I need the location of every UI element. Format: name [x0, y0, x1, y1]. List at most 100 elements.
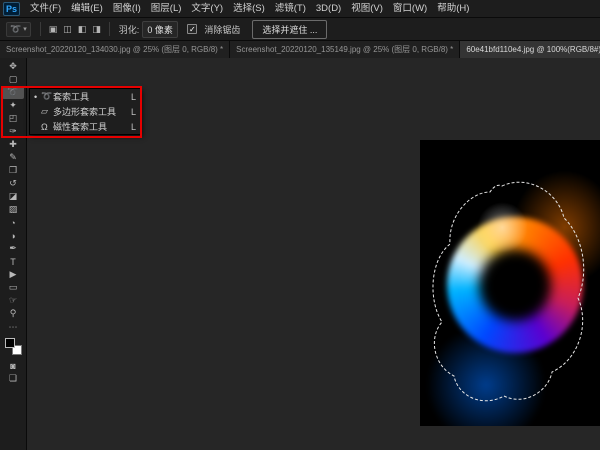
screen-mode-button[interactable]: ❏: [2, 372, 24, 385]
flyout-tool-label: 套索工具: [53, 90, 125, 103]
tool-icon: ❒: [9, 165, 17, 176]
menu-item[interactable]: 帮助(H): [432, 0, 474, 18]
tool-icon: ▢: [9, 74, 18, 85]
clone-stamp-tool[interactable]: ❒: [2, 164, 24, 177]
spot-healing-brush-tool[interactable]: ✚: [2, 138, 24, 151]
document-tab[interactable]: Screenshot_20220120_134030.jpg @ 25% (图层…: [0, 41, 230, 58]
feather-input[interactable]: 0 像素: [142, 21, 178, 38]
menu-item[interactable]: 窗口(W): [388, 0, 432, 18]
tool-icon: ◰: [9, 113, 18, 124]
flyout-tool-label: 磁性套索工具: [53, 120, 125, 133]
document-tab-bar: Screenshot_20220120_134030.jpg @ 25% (图层…: [0, 41, 600, 58]
brush-tool[interactable]: ✎: [2, 151, 24, 164]
flyout-tool-shortcut: L: [131, 107, 136, 117]
pen-tool[interactable]: ✒: [2, 242, 24, 255]
tool-icon: ▨: [9, 204, 18, 215]
select-and-mask-button[interactable]: 选择并遮住 ...: [252, 20, 327, 39]
document-tab[interactable]: 60e41bfd110e4.jpg @ 100%(RGB/8#): [460, 41, 600, 58]
eyedropper-tool[interactable]: ✑: [2, 125, 24, 138]
flyout-tool-icon: Ω: [41, 122, 53, 132]
menu-item[interactable]: 文件(F): [25, 0, 66, 18]
menu-item[interactable]: 文字(Y): [186, 0, 228, 18]
move-tool[interactable]: ✥: [2, 60, 24, 73]
tool-icon: ◙: [10, 361, 15, 371]
photoshop-logo[interactable]: Ps: [3, 2, 20, 16]
hand-tool[interactable]: ☞: [2, 294, 24, 307]
blur-tool[interactable]: ◔: [2, 216, 24, 229]
lasso-tool[interactable]: ➰: [2, 86, 24, 99]
tab-label: Screenshot_20220120_134030.jpg @ 25% (图层…: [6, 44, 223, 55]
menu-items: 文件(F) 编辑(E) 图像(I) 图层(L) 文字(Y) 选择(S) 滤镜(T…: [25, 0, 474, 18]
tool-icon: ◑: [10, 231, 15, 241]
subtract-from-selection-mode[interactable]: ◧: [75, 24, 90, 35]
dodge-tool[interactable]: ◑: [2, 229, 24, 242]
flyout-tool-icon: ➰: [41, 91, 53, 102]
flyout-tool-label: 多边形套索工具: [53, 105, 125, 118]
menu-item[interactable]: 图层(L): [146, 0, 187, 18]
tool-icon: ✦: [9, 100, 17, 111]
intersect-selection-mode[interactable]: ◨: [89, 24, 104, 35]
quick-mask-mode-button[interactable]: ◙: [2, 359, 24, 372]
photoshop-window: Ps 文件(F) 编辑(E) 图像(I) 图层(L) 文字(Y) 选择(S) 滤…: [0, 0, 600, 450]
document-tab[interactable]: Screenshot_20220120_135149.jpg @ 25% (图层…: [230, 41, 460, 58]
menu-item[interactable]: 图像(I): [108, 0, 146, 18]
menu-item[interactable]: 3D(D): [311, 0, 346, 18]
rectangular-marquee-tool[interactable]: ▢: [2, 73, 24, 86]
lasso-tool-flyout: • ➰ 套索工具 L ▱ 多边形套索工具 L Ω 磁性套索工具 L: [29, 88, 141, 135]
tool-icon: ✎: [9, 152, 17, 163]
menu-item[interactable]: 编辑(E): [66, 0, 108, 18]
menu-item[interactable]: 视图(V): [346, 0, 388, 18]
new-selection-mode[interactable]: ▣: [46, 24, 61, 35]
feather-label: 羽化:: [119, 23, 140, 36]
flyout-menu-item[interactable]: ▱ 多边形套索工具 L: [30, 104, 140, 119]
add-to-selection-mode[interactable]: ◫: [60, 24, 75, 35]
flyout-tool-shortcut: L: [131, 122, 136, 132]
anti-alias-label: 消除锯齿: [204, 23, 240, 36]
flyout-tool-icon: ▱: [41, 106, 53, 117]
lasso-tool-icon: ➰: [10, 24, 21, 35]
tool-icon: ⚲: [10, 308, 17, 319]
type-tool[interactable]: T: [2, 255, 24, 268]
tool-icon: ◪: [9, 191, 18, 202]
tool-icon: ✥: [9, 61, 17, 72]
flyout-tool-shortcut: L: [131, 92, 136, 102]
gradient-tool[interactable]: ▨: [2, 203, 24, 216]
tool-icon: T: [10, 257, 16, 267]
tool-icon: ✑: [9, 126, 17, 137]
zoom-tool[interactable]: ⚲: [2, 307, 24, 320]
crop-tool[interactable]: ◰: [2, 112, 24, 125]
tool-icon: ☞: [9, 295, 17, 306]
marching-ants-selection: [420, 140, 600, 426]
edit-toolbar-button[interactable]: ⋯: [2, 322, 24, 333]
menu-item[interactable]: 选择(S): [228, 0, 270, 18]
tool-icon: ◔: [10, 218, 15, 228]
quick-selection-tool[interactable]: ✦: [2, 99, 24, 112]
shape-tool[interactable]: ▭: [2, 281, 24, 294]
path-selection-tool[interactable]: ▶: [2, 268, 24, 281]
tool-icon: ▶: [10, 269, 17, 280]
tool-list: ✥ ▢ ➰ ✦ ◰ ✑: [2, 60, 24, 320]
current-tool-marker: •: [34, 92, 41, 102]
tool-options-bar: ➰ ▾ ▣ ◫ ◧ ◨ 羽化: 0 像素 ✓ 消除锯齿 选择并遮住 ...: [0, 18, 600, 41]
chevron-down-icon: ▾: [23, 25, 27, 33]
separator: [109, 22, 110, 36]
history-brush-tool[interactable]: ↺: [2, 177, 24, 190]
anti-alias-checkbox[interactable]: ✓: [187, 24, 197, 34]
toolbar-extras: ◙ ❏: [2, 359, 24, 385]
color-swatches: [5, 338, 22, 355]
flyout-menu-item[interactable]: Ω 磁性套索工具 L: [30, 119, 140, 134]
menu-item[interactable]: 滤镜(T): [270, 0, 311, 18]
foreground-color-swatch[interactable]: [5, 338, 15, 348]
tool-icon: ❏: [9, 373, 17, 384]
tool-icon: ✒: [9, 243, 17, 254]
tool-icon: ↺: [9, 178, 17, 189]
tool-icon: ➰: [7, 87, 18, 98]
eraser-tool[interactable]: ◪: [2, 190, 24, 203]
selection-mode-group: ▣ ◫ ◧ ◨: [46, 24, 104, 35]
menu-bar: Ps 文件(F) 编辑(E) 图像(I) 图层(L) 文字(Y) 选择(S) 滤…: [0, 0, 600, 18]
tab-label: Screenshot_20220120_135149.jpg @ 25% (图层…: [236, 44, 453, 55]
open-image[interactable]: [420, 140, 600, 426]
tool-preset-picker[interactable]: ➰ ▾: [6, 22, 31, 37]
separator: [40, 22, 41, 36]
flyout-menu-item[interactable]: • ➰ 套索工具 L: [30, 89, 140, 104]
